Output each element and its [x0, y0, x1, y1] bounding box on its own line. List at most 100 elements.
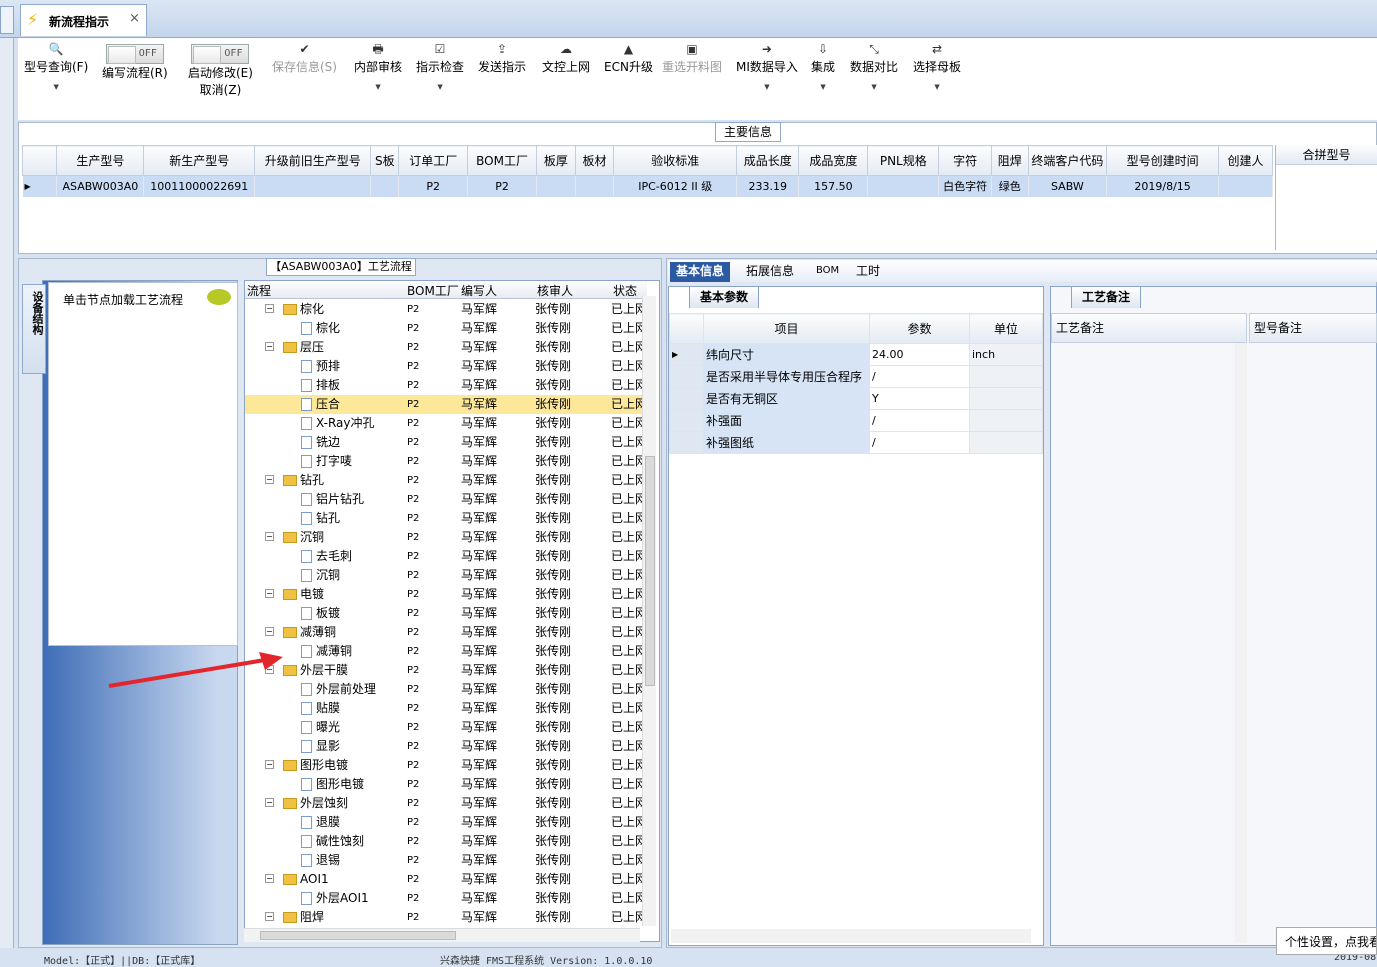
tree-row[interactable]: 减薄铜 P2 马军辉 张传刚 已上网	[245, 642, 645, 661]
collapse-icon[interactable]: −	[265, 912, 274, 921]
tree-row[interactable]: −棕化 P2 马军辉 张传刚 已上网	[245, 300, 645, 319]
main-col-header[interactable]: 成品宽度	[798, 145, 869, 176]
tab-basic-params[interactable]: 基本参数	[689, 286, 760, 308]
main-cell[interactable]: 白色字符	[938, 175, 993, 197]
tree-row[interactable]: −电镀 P2 马军辉 张传刚 已上网	[245, 585, 645, 604]
main-cell[interactable]	[1218, 175, 1273, 197]
tree-horizontal-scrollbar[interactable]	[244, 928, 640, 942]
internal-review-button[interactable]: 🖶 内部审核 ▼	[354, 40, 402, 91]
param-value[interactable]: /	[869, 431, 970, 454]
param-row[interactable]: ▶ 纬向尺寸 24.00 inch	[669, 343, 1043, 366]
tree-row[interactable]: −外层蚀刻 P2 马军辉 张传刚 已上网	[245, 794, 645, 813]
collapse-icon[interactable]: −	[265, 798, 274, 807]
tree-node[interactable]: 板镀	[301, 604, 340, 623]
mi-import-button[interactable]: ➜ MI数据导入 ▼	[736, 40, 798, 91]
craft-notes-scrollbar[interactable]	[1235, 343, 1247, 943]
tree-row[interactable]: −减薄铜 P2 马军辉 张传刚 已上网	[245, 623, 645, 642]
tree-row[interactable]: 钻孔 P2 马军辉 张传刚 已上网	[245, 509, 645, 528]
collapse-icon[interactable]: −	[265, 342, 274, 351]
tree-row[interactable]: −沉铜 P2 马军辉 张传刚 已上网	[245, 528, 645, 547]
main-cell[interactable]: ASABW003A0	[56, 175, 145, 197]
param-value[interactable]: 24.00	[869, 343, 970, 366]
tree-node[interactable]: 铣边	[301, 433, 340, 452]
params-horizontal-scrollbar[interactable]	[671, 929, 1031, 943]
tree-row[interactable]: 铣边 P2 马军辉 张传刚 已上网	[245, 433, 645, 452]
tree-node[interactable]: 去毛刺	[301, 547, 352, 566]
param-row[interactable]: 是否有无铜区 Y	[669, 387, 1043, 410]
tree-row[interactable]: −外层干膜P2马军辉张传刚已上网	[245, 661, 645, 680]
col-bom-factory[interactable]: BOM工厂	[407, 282, 459, 299]
tree-node[interactable]: 棕化	[301, 319, 340, 338]
tree-node[interactable]: 曝光	[301, 718, 340, 737]
model-search-button[interactable]: 🔍 型号查询(F) ▼	[24, 40, 88, 91]
chevron-down-icon[interactable]: ▼	[736, 83, 798, 91]
tree-node[interactable]: 减薄铜	[283, 623, 336, 642]
tab-work-hours[interactable]: 工时	[850, 262, 886, 282]
data-compare-button[interactable]: ⤡ 数据对比 ▼	[850, 40, 898, 91]
main-cell[interactable]	[536, 175, 576, 197]
chevron-down-icon[interactable]: ▼	[913, 83, 961, 91]
tree-row[interactable]: 板镀 P2 马军辉 张传刚 已上网	[245, 604, 645, 623]
main-cell[interactable]	[867, 175, 940, 197]
tree-row[interactable]: 外层AOI1 P2 马军辉 张传刚 已上网	[245, 889, 645, 908]
tree-row[interactable]: −钻孔 P2 马军辉 张传刚 已上网	[245, 471, 645, 490]
write-process-toggle[interactable]: OFF 编写流程(R)	[102, 44, 168, 81]
main-col-header[interactable]: 型号创建时间	[1106, 145, 1220, 176]
collapse-icon[interactable]: −	[265, 627, 274, 636]
node-box[interactable]: 单击节点加载工艺流程	[48, 282, 238, 646]
tree-node[interactable]: 棕化	[283, 300, 324, 319]
tree-row[interactable]: −阻焊 P2 马军辉 张传刚 已上网	[245, 908, 645, 927]
tree-node[interactable]: 打字唛	[301, 452, 352, 471]
tree-node[interactable]: 退锡	[301, 851, 340, 870]
integrate-button[interactable]: ⇩ 集成 ▼	[811, 40, 835, 91]
main-cell[interactable]: P2	[467, 175, 537, 197]
table-row[interactable]: ▶ ASABW003A0 10011000022691 P2 P2 IPC-6012 II…	[22, 175, 1273, 197]
collapse-icon[interactable]: −	[265, 532, 274, 541]
tree-node[interactable]: 沉铜	[283, 528, 324, 547]
tree-node[interactable]: 排板	[301, 376, 340, 395]
col-checker[interactable]: 核审人	[537, 282, 573, 299]
main-col-header[interactable]: 创建人	[1218, 145, 1273, 176]
main-col-header[interactable]: 生产型号	[56, 145, 145, 176]
tree-row[interactable]: 棕化 P2 马军辉 张传刚 已上网	[245, 319, 645, 338]
tab-extended-info[interactable]: 拓展信息	[740, 262, 800, 282]
tree-row[interactable]: X-Ray冲孔 P2 马军辉 张传刚 已上网	[245, 414, 645, 433]
tree-node[interactable]: 外层干膜	[283, 661, 348, 680]
tree-node[interactable]: 外层AOI1	[301, 889, 369, 908]
main-col-header[interactable]: 字符	[938, 145, 993, 176]
tree-row[interactable]: 压合 P2 马军辉 张传刚 已上网	[245, 395, 645, 414]
main-cell[interactable]: 233.19	[736, 175, 800, 197]
param-unit[interactable]: inch	[969, 343, 1043, 366]
tree-node[interactable]: 图形电镀	[301, 775, 364, 794]
tree-node[interactable]: 电镀	[283, 585, 324, 604]
tree-node[interactable]: 钻孔	[301, 509, 340, 528]
tree-node[interactable]: 层压	[283, 338, 324, 357]
param-value[interactable]: Y	[869, 387, 970, 410]
tab-new-process[interactable]: ⚡ 新流程指示 ×	[20, 4, 147, 36]
param-row[interactable]: 补强图纸 /	[669, 431, 1043, 454]
tree-node[interactable]: 压合	[301, 395, 340, 414]
save-info-button[interactable]: ✔ 保存信息(S)	[272, 40, 337, 75]
main-col-header[interactable]: 升级前旧生产型号	[254, 145, 372, 176]
tree-row[interactable]: 沉铜 P2 马军辉 张传刚 已上网	[245, 566, 645, 585]
tree-row[interactable]: 贴膜 P2 马军辉 张传刚 已上网	[245, 699, 645, 718]
tree-node[interactable]: 碱性蚀刻	[301, 832, 364, 851]
tree-row[interactable]: 显影 P2 马军辉 张传刚 已上网	[245, 737, 645, 756]
tree-node[interactable]: 沉铜	[301, 566, 340, 585]
col-item[interactable]: 项目	[703, 313, 870, 344]
tree-row[interactable]: −层压 P2 马军辉 张传刚 已上网	[245, 338, 645, 357]
chevron-down-icon[interactable]: ▼	[850, 83, 898, 91]
main-col-header[interactable]: 验收标准	[613, 145, 738, 176]
chevron-down-icon[interactable]: ▼	[416, 83, 464, 91]
col-process[interactable]: 流程	[247, 282, 271, 299]
main-cell[interactable]: 绿色	[991, 175, 1029, 197]
main-cell[interactable]: SABW	[1028, 175, 1108, 197]
param-value[interactable]: /	[869, 365, 970, 388]
chat-bubble-icon[interactable]	[207, 289, 231, 305]
main-cell[interactable]	[254, 175, 372, 197]
scroll-thumb[interactable]	[260, 931, 456, 940]
tree-row[interactable]: 曝光 P2 马军辉 张传刚 已上网	[245, 718, 645, 737]
main-col-header[interactable]: BOM工厂	[467, 145, 537, 176]
main-col-header[interactable]: S板	[370, 145, 400, 176]
tree-row[interactable]: 退锡 P2 马军辉 张传刚 已上网	[245, 851, 645, 870]
